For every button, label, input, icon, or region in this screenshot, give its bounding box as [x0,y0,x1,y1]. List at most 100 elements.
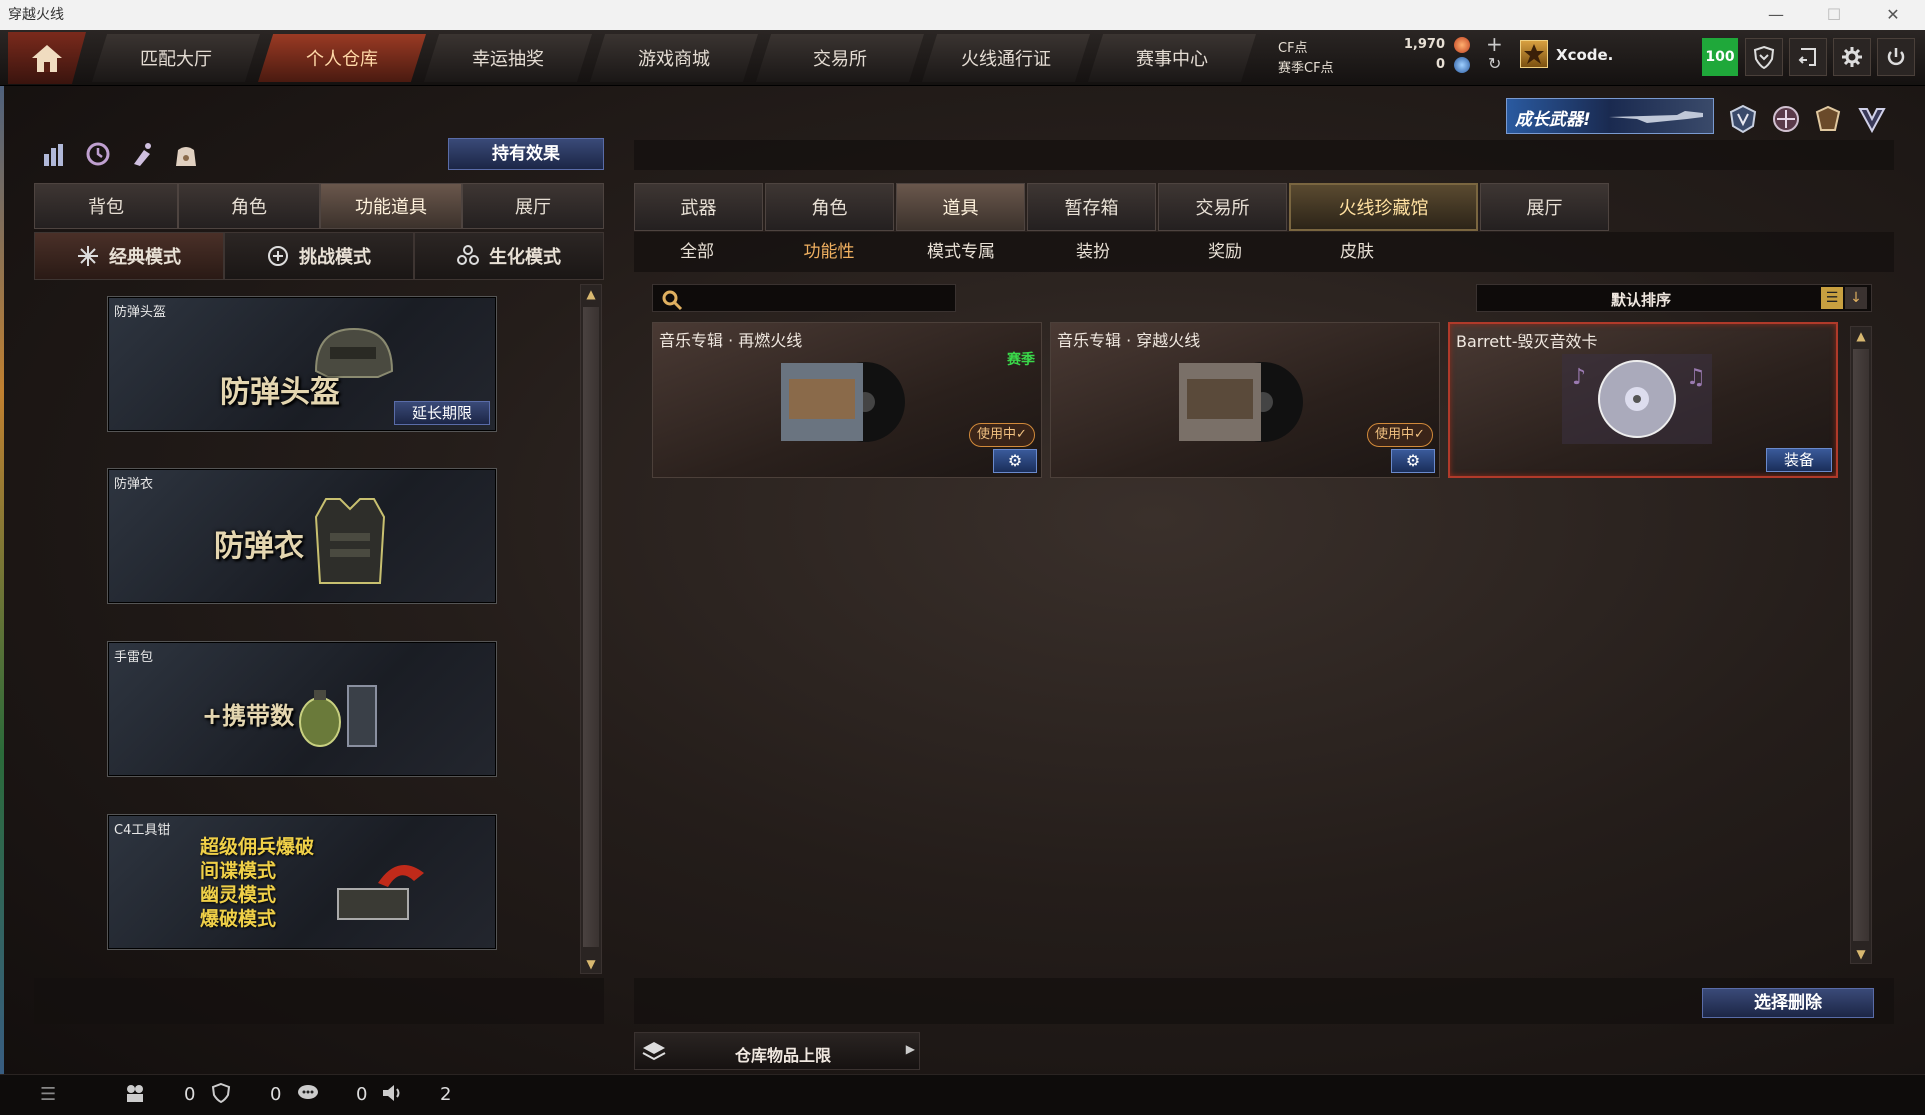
scroll-down-arrow[interactable]: ▼ [1851,945,1871,963]
item-card-grenade-pack[interactable]: 手雷包 +携带数 [107,641,497,777]
item-card-music-album-reignite[interactable]: 音乐专辑 · 再燃火线 赛季 使用中✓ ⚙ [652,322,1042,478]
mode-tab-classic[interactable]: 经典模式 [34,232,224,280]
mode-tab-challenge[interactable]: 挑战模式 [224,232,414,280]
window-title-bar: 穿越火线 [0,0,1925,30]
item-title: C4工具钳 [114,823,171,838]
scroll-down-arrow[interactable]: ▼ [581,955,601,973]
equip-button[interactable]: 装备 [1766,448,1832,472]
season-cf-label: 赛季CF点 [1278,61,1334,76]
rank-badge-icon [1520,40,1548,68]
friends-icon[interactable] [124,1082,146,1104]
subtab-functional[interactable]: 功能性 [764,238,894,266]
subtab-all[interactable]: 全部 [632,238,762,266]
minimize-button[interactable]: — [1753,0,1799,30]
music-album-icon [1179,362,1303,442]
scroll-up-arrow[interactable]: ▲ [1851,327,1871,345]
emblem-1-icon[interactable] [1728,104,1758,134]
spray-icon[interactable] [128,140,158,170]
season-coin-icon [1454,57,1470,73]
svg-text:♫: ♫ [1686,365,1706,390]
nav-tab-game-mall[interactable]: 游戏商城 [590,34,758,82]
tab-exchange[interactable]: 交易所 [1158,183,1287,231]
extend-period-button[interactable]: 延长期限 [394,401,490,425]
power-icon[interactable] [1877,38,1915,76]
nav-tab-exchange[interactable]: 交易所 [756,34,924,82]
holding-effects-button[interactable]: 持有效果 [448,138,604,170]
item-card-vest[interactable]: 防弹衣 防弹衣 [107,468,497,604]
tab-characters[interactable]: 角色 [765,183,894,231]
tab-temp-box[interactable]: 暂存箱 [1027,183,1156,231]
emblem-2-icon[interactable] [1771,104,1801,134]
nav-tab-personal-storage[interactable]: 个人仓库 [258,34,426,82]
in-use-badge: 使用中✓ [1367,423,1433,447]
mode-tab-biochem[interactable]: 生化模式 [414,232,604,280]
add-cf-button[interactable]: + [1486,32,1503,56]
left-edge-strip [0,30,4,1115]
scroll-up-arrow[interactable]: ▲ [581,285,601,303]
emblem-4-icon[interactable] [1857,104,1887,134]
storage-limit-bar[interactable]: 仓库物品上限 ▶ [634,1032,920,1070]
tab-character[interactable]: 角色 [178,183,320,229]
close-button[interactable]: ✕ [1870,0,1916,30]
list-view-icon[interactable]: ☰ [1821,287,1843,309]
item-card-c4-pliers[interactable]: C4工具钳 超级佣兵爆破 间谍模式 幽灵模式 爆破模式 [107,814,497,950]
menu-icon[interactable]: ☰ [40,1084,62,1105]
nav-tab-lucky-draw[interactable]: 幸运抽奖 [424,34,592,82]
tab-weapons[interactable]: 武器 [634,183,763,231]
right-scrollbar[interactable]: ▲ ▼ [1850,326,1872,964]
subtab-mode-exclusive[interactable]: 模式专属 [896,238,1026,266]
crosshair-icon [78,246,98,266]
left-scroll-thumb[interactable] [583,307,599,947]
gear-icon[interactable] [1833,38,1871,76]
select-delete-button[interactable]: 选择删除 [1702,988,1874,1018]
search-input[interactable] [689,287,949,309]
bag-icon[interactable] [172,140,202,170]
growth-weapon-banner[interactable]: 成长武器! [1506,98,1714,134]
shield-icon[interactable] [1745,38,1783,76]
tab-backpack[interactable]: 背包 [34,183,178,229]
c4-pliers-icon [337,865,424,920]
mode-tab-biochem-label: 生化模式 [489,247,561,268]
right-scroll-thumb[interactable] [1853,349,1869,941]
chat-icon[interactable] [296,1082,320,1104]
card-settings-button[interactable]: ⚙ [1391,449,1435,473]
cf-points-label: CF点 [1278,41,1308,56]
subtab-skins[interactable]: 皮肤 [1292,238,1422,266]
left-scrollbar[interactable]: ▲ ▼ [580,284,602,974]
layers-icon [642,1042,666,1061]
maximize-button[interactable]: ☐ [1811,0,1857,30]
emblem-3-icon[interactable] [1813,104,1843,134]
home-icon [32,45,62,72]
search-box[interactable] [652,284,956,312]
subtab-dress-up[interactable]: 装扮 [1028,238,1158,266]
clan-shield-icon[interactable] [210,1082,232,1104]
username[interactable]: Xcode. [1556,46,1613,64]
nav-tab-event-center[interactable]: 赛事中心 [1088,34,1256,82]
item-card-helmet[interactable]: 防弹头盔 防弹头盔 延长期限 [107,296,497,432]
subtab-rewards[interactable]: 奖励 [1160,238,1290,266]
grenade-icon [299,685,377,747]
item-card-barrett-sound-card[interactable]: Barrett-毁灭音效卡 ♪ ♫ 装备 [1448,322,1838,478]
exit-room-icon[interactable] [1789,38,1827,76]
speaker-icon[interactable] [380,1082,404,1104]
sort-direction-icon[interactable]: ↓ [1845,287,1867,309]
bottom-status-bar [0,1074,1925,1115]
c4-mode-line: 幽灵模式 [200,884,277,906]
tab-functional-items[interactable]: 功能道具 [320,183,462,229]
item-big-text: +携带数 [202,702,295,730]
nav-tab-match-lobby[interactable]: 匹配大厅 [92,34,260,82]
tab-props[interactable]: 道具 [896,183,1025,231]
svg-text:♪: ♪ [1572,365,1586,390]
cf-coin-icon [1454,37,1470,53]
tab-cf-collection[interactable]: 火线珍藏馆 [1289,183,1478,231]
nav-tab-battle-pass[interactable]: 火线通行证 [922,34,1090,82]
card-settings-button[interactable]: ⚙ [993,449,1037,473]
sort-dropdown[interactable]: 默认排序 ☰ ↓ [1476,284,1872,312]
storage-limit-label: 仓库物品上限 [735,1046,832,1065]
tab-showroom[interactable]: 展厅 [462,183,604,229]
tab-showroom-right[interactable]: 展厅 [1480,183,1609,231]
refresh-cf-button[interactable]: ↻ [1488,54,1501,73]
stats-icon[interactable] [40,140,70,170]
item-card-music-album-crossfire[interactable]: 音乐专辑 · 穿越火线 使用中✓ ⚙ [1050,322,1440,478]
history-icon[interactable] [84,140,114,170]
